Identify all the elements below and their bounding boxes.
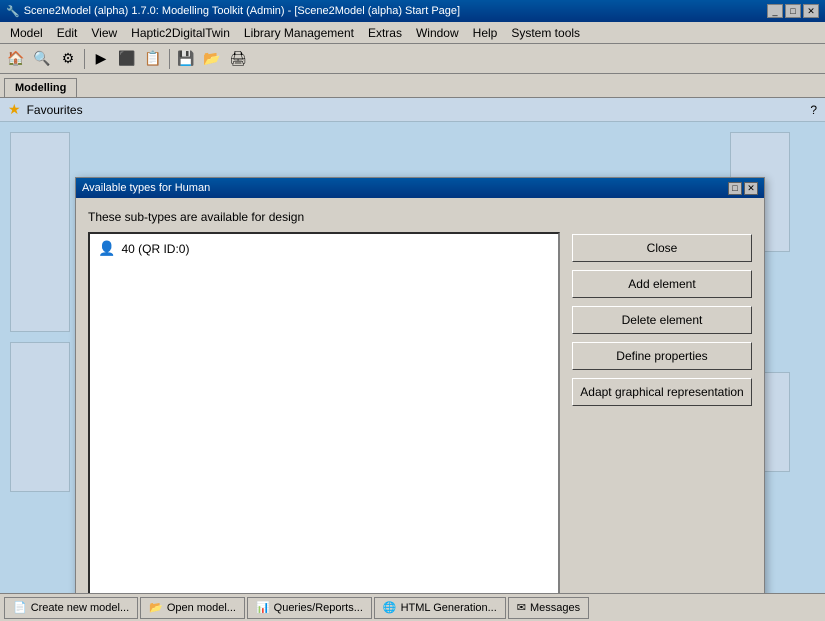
star-icon: ★ <box>8 101 21 118</box>
modal-subtitle: These sub-types are available for design <box>88 210 560 224</box>
toolbar-btn-3[interactable]: ⚙ <box>56 47 80 71</box>
modal-right-panel: Close Add element Delete element Define … <box>572 210 752 612</box>
menu-help[interactable]: Help <box>467 24 504 42</box>
toolbar: 🏠 🔍 ⚙ ▶ ⬛ 📋 💾 📂 🖨 <box>0 44 825 74</box>
title-bar-left: 🔧 Scene2Model (alpha) 1.7.0: Modelling T… <box>6 5 460 18</box>
toolbar-separator-1 <box>84 49 85 69</box>
toolbar-btn-2[interactable]: 🔍 <box>30 47 54 71</box>
modal-close-button[interactable]: ✕ <box>744 182 758 195</box>
status-messages[interactable]: ✉ Messages <box>508 597 589 619</box>
status-html-gen[interactable]: 🌐 HTML Generation... <box>374 597 506 619</box>
bg-panel-3 <box>10 342 70 492</box>
create-model-label: Create new model... <box>31 602 129 614</box>
html-gen-label: HTML Generation... <box>401 602 497 614</box>
open-model-label: Open model... <box>167 602 236 614</box>
minimize-button[interactable]: _ <box>767 4 783 18</box>
toolbar-btn-6[interactable]: 📋 <box>141 47 165 71</box>
list-item-label-0: 40 (QR ID:0) <box>121 242 189 256</box>
bg-panel-1 <box>10 132 70 332</box>
tab-strip: Modelling <box>0 74 825 98</box>
status-queries[interactable]: 📊 Queries/Reports... <box>247 597 372 619</box>
queries-icon: 📊 <box>256 601 270 614</box>
favourites-label: Favourites <box>27 103 83 117</box>
toolbar-btn-4[interactable]: ▶ <box>89 47 113 71</box>
app-icon: 🔧 <box>6 5 20 18</box>
define-properties-button[interactable]: Define properties <box>572 342 752 370</box>
modal-maximize-button[interactable]: □ <box>728 182 742 195</box>
modal-dialog: Available types for Human □ ✕ These sub-… <box>75 177 765 617</box>
close-button[interactable]: Close <box>572 234 752 262</box>
menu-extras[interactable]: Extras <box>362 24 408 42</box>
modal-left-panel: These sub-types are available for design… <box>88 210 560 612</box>
menu-systemtools[interactable]: System tools <box>505 24 586 42</box>
status-create-model[interactable]: 📄 Create new model... <box>4 597 138 619</box>
modal-body: These sub-types are available for design… <box>76 198 764 617</box>
adapt-graphical-button[interactable]: Adapt graphical representation <box>572 378 752 406</box>
toolbar-separator-2 <box>169 49 170 69</box>
list-item-icon-0: 👤 <box>98 240 115 257</box>
window-title: Scene2Model (alpha) 1.7.0: Modelling Too… <box>24 5 460 17</box>
toolbar-btn-1[interactable]: 🏠 <box>4 47 28 71</box>
messages-icon: ✉ <box>517 601 526 614</box>
modal-title-bar: Available types for Human □ ✕ <box>76 178 764 198</box>
list-item-0[interactable]: 👤 40 (QR ID:0) <box>94 238 554 259</box>
toolbar-btn-5[interactable]: ⬛ <box>115 47 139 71</box>
status-bar: 📄 Create new model... 📂 Open model... 📊 … <box>0 593 825 621</box>
title-bar: 🔧 Scene2Model (alpha) 1.7.0: Modelling T… <box>0 0 825 22</box>
add-element-button[interactable]: Add element <box>572 270 752 298</box>
create-model-icon: 📄 <box>13 601 27 614</box>
main-area: Available types for Human □ ✕ These sub-… <box>0 122 825 617</box>
open-model-icon: 📂 <box>149 601 163 614</box>
help-icon[interactable]: ? <box>810 103 817 117</box>
restore-button[interactable]: □ <box>785 4 801 18</box>
menu-window[interactable]: Window <box>410 24 465 42</box>
menu-view[interactable]: View <box>85 24 123 42</box>
favourites-bar: ★ Favourites ? <box>0 98 825 122</box>
menu-bar: Model Edit View Haptic2DigitalTwin Libra… <box>0 22 825 44</box>
menu-model[interactable]: Model <box>4 24 49 42</box>
toolbar-btn-8[interactable]: 📂 <box>200 47 224 71</box>
close-button[interactable]: ✕ <box>803 4 819 18</box>
html-gen-icon: 🌐 <box>383 601 397 614</box>
menu-haptic[interactable]: Haptic2DigitalTwin <box>125 24 236 42</box>
queries-label: Queries/Reports... <box>274 602 363 614</box>
subtype-listbox[interactable]: 👤 40 (QR ID:0) <box>88 232 560 612</box>
menu-edit[interactable]: Edit <box>51 24 84 42</box>
delete-element-button[interactable]: Delete element <box>572 306 752 334</box>
modal-title: Available types for Human <box>82 182 210 194</box>
modal-title-controls: □ ✕ <box>728 182 758 195</box>
title-bar-controls: _ □ ✕ <box>767 4 819 18</box>
status-open-model[interactable]: 📂 Open model... <box>140 597 245 619</box>
toolbar-btn-9[interactable]: 🖨 <box>226 47 250 71</box>
tab-modelling[interactable]: Modelling <box>4 78 77 97</box>
menu-library[interactable]: Library Management <box>238 24 360 42</box>
messages-label: Messages <box>530 602 580 614</box>
toolbar-btn-7[interactable]: 💾 <box>174 47 198 71</box>
